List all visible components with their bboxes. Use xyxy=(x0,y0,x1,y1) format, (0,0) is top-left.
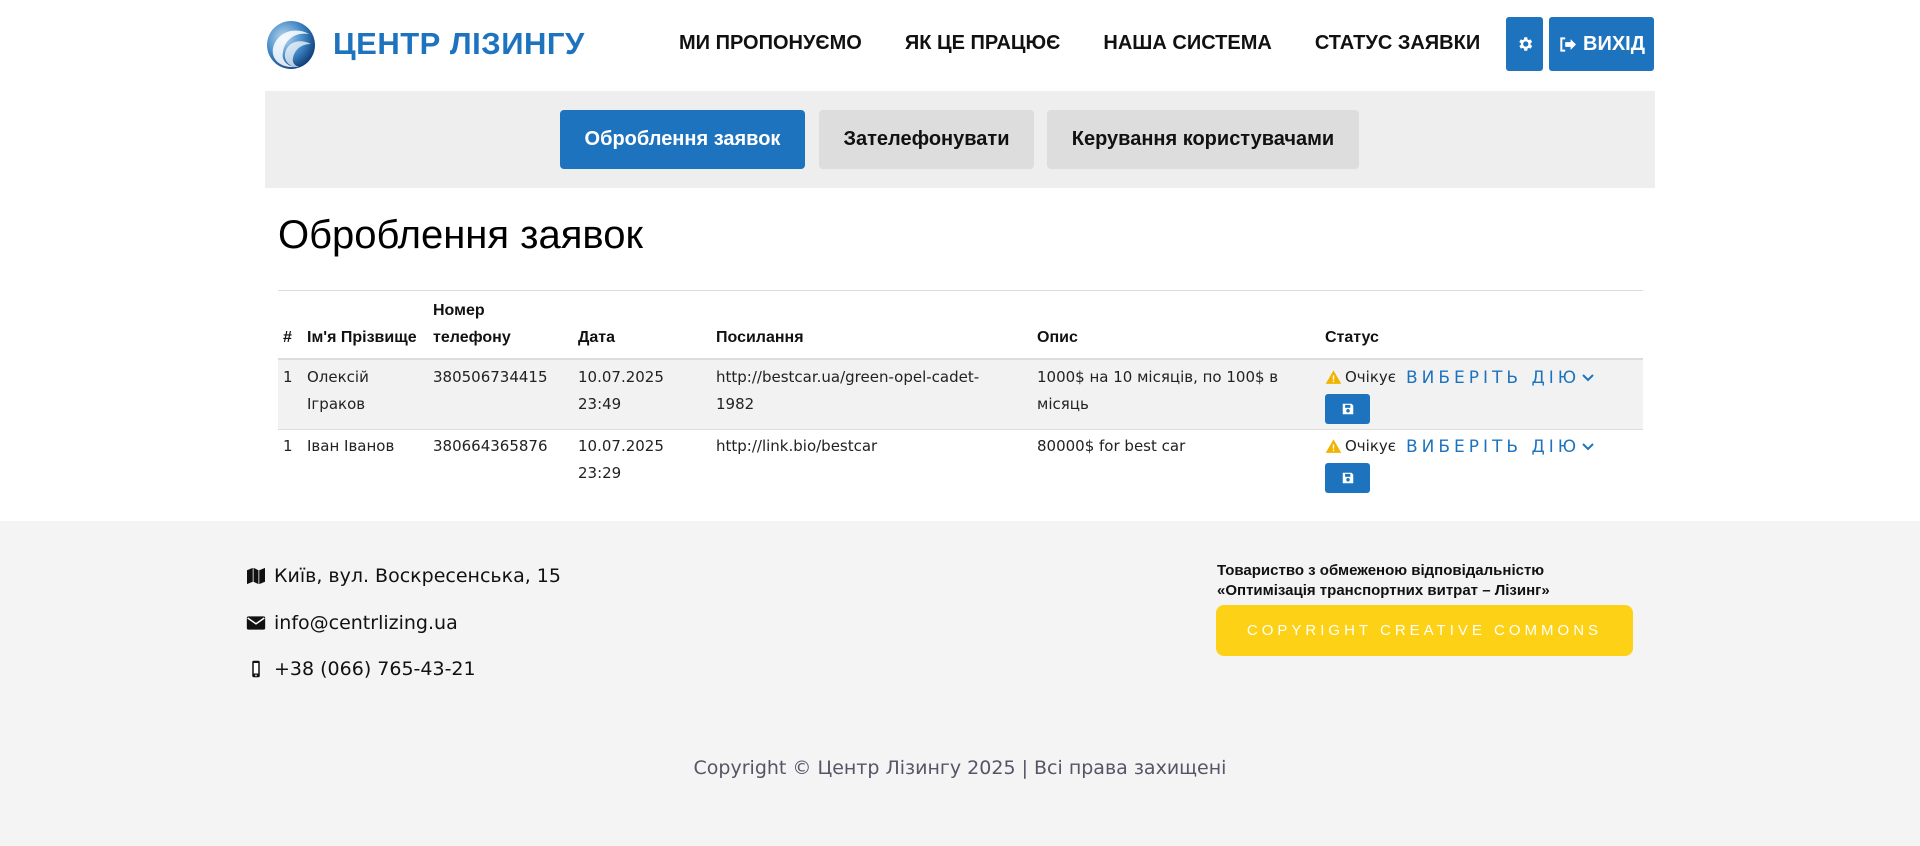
cell-date: 10.07.2025 23:49 xyxy=(578,364,664,418)
header-description: Опис xyxy=(1037,329,1078,346)
sign-out-icon xyxy=(1560,36,1577,52)
tab-process-applications[interactable]: Оброблення заявок xyxy=(560,110,805,169)
chevron-down-icon xyxy=(1582,374,1594,382)
site-footer: Київ, вул. Воскресенська, 15 info@centrl… xyxy=(0,521,1920,846)
footer-phone: +38 (066) 765-43-21 xyxy=(246,658,476,680)
cell-link: http://link.bio/bestcar xyxy=(716,437,878,455)
cell-desc-line2: місяць xyxy=(1037,395,1089,413)
mobile-icon xyxy=(252,660,260,678)
main-nav: МИ ПРОПОНУЄМО ЯК ЦЕ ПРАЦЮЄ НАША СИСТЕМА … xyxy=(679,32,1480,55)
header-phone-line1: Номер xyxy=(433,302,485,319)
header-num: # xyxy=(283,329,292,346)
warning-icon xyxy=(1325,369,1342,384)
tabs-bar: Оброблення заявок Зателефонувати Керуван… xyxy=(265,91,1655,188)
copyright-text: Copyright © Центр Лізингу 2025 | Всі пра… xyxy=(693,757,1227,779)
address-text: Київ, вул. Воскресенська, 15 xyxy=(274,565,561,587)
save-button[interactable] xyxy=(1325,394,1370,424)
cell-description: 80000$ for best car xyxy=(1037,437,1186,455)
chevron-down-icon xyxy=(1582,443,1594,451)
envelope-icon xyxy=(246,616,266,630)
status-text: Очікує xyxy=(1345,437,1397,455)
nav-how-it-works[interactable]: ЯК ЦЕ ПРАЦЮЄ xyxy=(905,32,1061,55)
header-status: Статус xyxy=(1325,329,1379,346)
table-row: 1 Олексій Ігракoв 380506734415 10.07.202… xyxy=(278,360,1643,430)
header-phone: Номер телефону xyxy=(433,297,511,351)
creative-commons-button[interactable]: COPYRIGHT CREATIVE COMMONS xyxy=(1216,605,1633,656)
exit-label: ВИХІД xyxy=(1583,32,1645,55)
cell-name: Олексій Ігракoв xyxy=(307,364,369,418)
action-select[interactable]: ВИБЕРІТЬ ДІЮ xyxy=(1406,368,1594,388)
brand-name[interactable]: ЦЕНТР ЛІЗИНГУ xyxy=(333,26,585,62)
cell-date: 10.07.2025 23:29 xyxy=(578,433,664,487)
save-icon xyxy=(1342,403,1353,415)
cell-description: 1000$ на 10 місяців, по 100$ в місяць xyxy=(1037,364,1278,418)
exit-button[interactable]: ВИХІД xyxy=(1549,17,1654,71)
action-select-label: ВИБЕРІТЬ ДІЮ xyxy=(1406,368,1581,388)
cell-link: http://bestcar.ua/green-opel-cadet- 1982 xyxy=(716,364,979,418)
footer-address: Київ, вул. Воскресенська, 15 xyxy=(246,565,561,587)
action-select[interactable]: ВИБЕРІТЬ ДІЮ xyxy=(1406,437,1594,457)
company-line1: Товариство з обмеженою відповідальністю xyxy=(1217,562,1545,579)
cell-desc-line1: 1000$ на 10 місяців, по 100$ в xyxy=(1037,368,1279,386)
applications-table: # Ім'я Прізвище Номер телефону Дата Поси… xyxy=(278,290,1643,502)
cell-date-line2: 23:49 xyxy=(578,395,622,413)
status-badge: Очікує xyxy=(1325,437,1396,455)
map-icon xyxy=(247,567,265,585)
company-name: Товариство з обмеженою відповідальністю … xyxy=(1217,561,1550,601)
header-name: Ім'я Прізвище xyxy=(307,329,417,346)
cell-link-line1: http://bestcar.ua/green-opel-cadet- xyxy=(716,368,980,386)
nav-offers[interactable]: МИ ПРОПОНУЄМО xyxy=(679,32,862,55)
footer-email: info@centrlizing.ua xyxy=(246,612,458,634)
cell-num: 1 xyxy=(283,368,293,386)
cell-name-line1: Олексій xyxy=(307,368,369,386)
cell-date-line1: 10.07.2025 xyxy=(578,368,664,386)
cell-date-line1: 10.07.2025 xyxy=(578,437,664,455)
cell-phone: 380664365876 xyxy=(433,437,548,455)
table-row: 1 Іван Іванов 380664365876 10.07.2025 23… xyxy=(278,430,1643,502)
nav-application-status[interactable]: СТАТУС ЗАЯВКИ xyxy=(1315,32,1480,55)
email-link[interactable]: info@centrlizing.ua xyxy=(274,612,458,634)
table-header: # Ім'я Прізвище Номер телефону Дата Поси… xyxy=(278,291,1643,360)
save-icon xyxy=(1342,472,1353,484)
status-badge: Очікує xyxy=(1325,368,1396,386)
phone-text[interactable]: +38 (066) 765-43-21 xyxy=(274,658,476,680)
cell-name-line2: Ігракoв xyxy=(307,395,366,413)
nav-our-system[interactable]: НАША СИСТЕМА xyxy=(1103,32,1271,55)
company-line2: «Оптимізація транспортних витрат – Лізин… xyxy=(1217,582,1550,599)
gear-icon xyxy=(1518,37,1532,51)
site-header: ЦЕНТР ЛІЗИНГУ МИ ПРОПОНУЄМО ЯК ЦЕ ПРАЦЮЄ… xyxy=(265,16,1655,72)
cell-link-line2: 1982 xyxy=(716,395,755,413)
cell-name: Іван Іванов xyxy=(307,437,395,455)
settings-button[interactable] xyxy=(1506,17,1543,71)
tab-user-management[interactable]: Керування користувачами xyxy=(1047,110,1359,169)
header-phone-line2: телефону xyxy=(433,329,511,346)
logo-icon[interactable] xyxy=(265,18,317,70)
cell-date-line2: 23:29 xyxy=(578,464,622,482)
warning-icon xyxy=(1325,438,1342,453)
header-date: Дата xyxy=(578,329,616,346)
save-button[interactable] xyxy=(1325,463,1370,493)
status-text: Очікує xyxy=(1345,368,1397,386)
page-title: Оброблення заявок xyxy=(278,213,643,257)
cell-phone: 380506734415 xyxy=(433,368,548,386)
cell-num: 1 xyxy=(283,437,293,455)
action-select-label: ВИБЕРІТЬ ДІЮ xyxy=(1406,437,1581,457)
tab-call[interactable]: Зателефонувати xyxy=(819,110,1034,169)
header-link: Посилання xyxy=(716,329,804,346)
